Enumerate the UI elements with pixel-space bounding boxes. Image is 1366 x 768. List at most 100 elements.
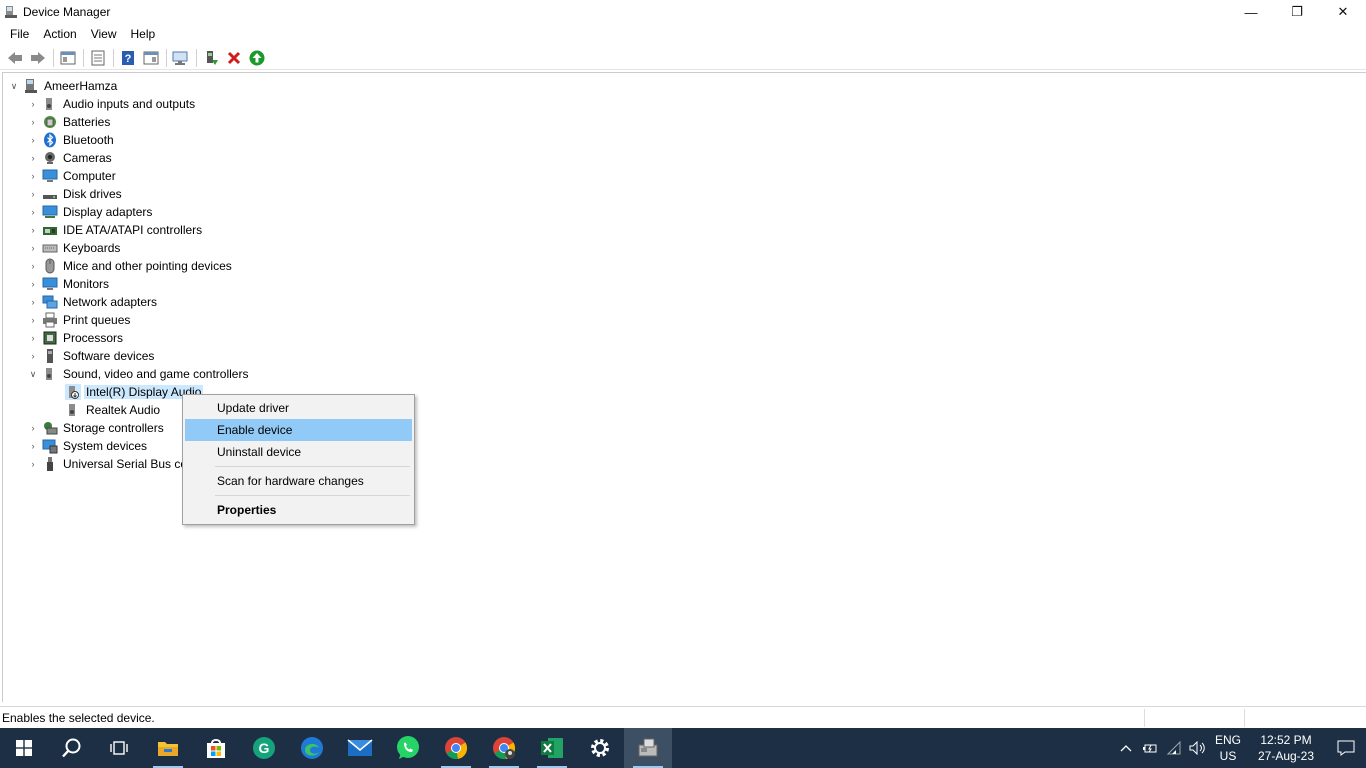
forward-button[interactable]: [27, 47, 49, 69]
status-panel: [1244, 709, 1364, 727]
enable-device-button[interactable]: [246, 47, 268, 69]
tree-item-label: Computer: [63, 169, 116, 183]
tree-item-network-adapters[interactable]: › Network adapters: [28, 293, 159, 311]
tree-item-ide-controllers[interactable]: › IDE ATA/ATAPI controllers: [28, 221, 204, 239]
show-hidden-icons-button[interactable]: [1114, 728, 1138, 768]
taskbar-whatsapp[interactable]: [384, 728, 432, 768]
tree-item-sound-video[interactable]: ∨ Sound, video and game controllers: [28, 365, 250, 383]
chevron-right-icon[interactable]: ›: [28, 131, 38, 149]
minimize-icon: —: [1244, 4, 1258, 20]
start-button[interactable]: [0, 728, 48, 768]
menu-view[interactable]: View: [84, 24, 124, 44]
properties-button[interactable]: [87, 47, 109, 69]
update-driver-button[interactable]: [200, 47, 222, 69]
taskbar-mail[interactable]: [336, 728, 384, 768]
menu-file[interactable]: File: [0, 24, 36, 44]
tree-item-monitors[interactable]: › Monitors: [28, 275, 111, 293]
tree-item-batteries[interactable]: › Batteries: [28, 113, 112, 131]
tree-item-disk-drives[interactable]: › Disk drives: [28, 185, 124, 203]
chevron-right-icon[interactable]: ›: [28, 95, 38, 113]
tree-item-bluetooth[interactable]: › Bluetooth: [28, 131, 116, 149]
chevron-down-icon[interactable]: ∨: [9, 77, 19, 95]
back-button[interactable]: [4, 47, 26, 69]
ide-controller-icon: [42, 222, 58, 238]
chevron-right-icon[interactable]: ›: [28, 329, 38, 347]
chevron-right-icon[interactable]: ›: [28, 257, 38, 275]
notifications-button[interactable]: [1326, 728, 1366, 768]
uninstall-button[interactable]: [223, 47, 245, 69]
display-adapter-icon: [42, 204, 58, 220]
tree-item-label: Realtek Audio: [86, 403, 161, 417]
volume-tray-button[interactable]: [1186, 728, 1210, 768]
chevron-right-icon[interactable]: ›: [28, 167, 38, 185]
help-button[interactable]: ?: [117, 47, 139, 69]
taskbar-chrome[interactable]: [432, 728, 480, 768]
chevron-right-icon[interactable]: ›: [28, 239, 38, 257]
context-properties[interactable]: Properties: [185, 499, 412, 521]
tree-root[interactable]: ∨ AmeerHamza: [9, 77, 119, 95]
search-button[interactable]: [48, 728, 96, 768]
chevron-down-icon[interactable]: ∨: [28, 365, 38, 383]
taskbar-excel[interactable]: [528, 728, 576, 768]
chevron-right-icon[interactable]: ›: [28, 203, 38, 221]
chevron-right-icon[interactable]: ›: [28, 221, 38, 239]
task-view-button[interactable]: [96, 728, 144, 768]
action-pane-icon: [143, 51, 159, 64]
context-enable-device[interactable]: Enable device: [185, 419, 412, 441]
action-pane-button[interactable]: [140, 47, 162, 69]
console-tree-button[interactable]: [57, 47, 79, 69]
enable-device-icon: [249, 50, 265, 65]
tree-item-label: Storage controllers: [63, 421, 164, 435]
chevron-right-icon[interactable]: ›: [28, 437, 38, 455]
chevron-right-icon[interactable]: ›: [28, 149, 38, 167]
menu-action[interactable]: Action: [36, 24, 83, 44]
close-button[interactable]: ✕: [1320, 0, 1366, 24]
close-icon: ✕: [1337, 4, 1349, 19]
chevron-right-icon[interactable]: ›: [28, 293, 38, 311]
clock[interactable]: 12:52 PM 27-Aug-23: [1246, 732, 1326, 764]
tree-item-label: Network adapters: [63, 295, 158, 309]
restore-button[interactable]: ❐: [1274, 0, 1320, 24]
battery-tray-button[interactable]: [1138, 728, 1162, 768]
tree-item-display-adapters[interactable]: › Display adapters: [28, 203, 154, 221]
toolbar: ?: [0, 46, 1366, 70]
context-separator: [215, 466, 410, 467]
tree-item-storage-controllers[interactable]: › Storage controllers: [28, 419, 166, 437]
context-uninstall-device[interactable]: Uninstall device: [185, 441, 412, 463]
chevron-right-icon[interactable]: ›: [28, 185, 38, 203]
chevron-right-icon[interactable]: ›: [28, 311, 38, 329]
tree-item-realtek-audio[interactable]: Realtek Audio: [61, 401, 162, 419]
chevron-right-icon[interactable]: ›: [28, 113, 38, 131]
tree-item-software-devices[interactable]: › Software devices: [28, 347, 156, 365]
chevron-right-icon[interactable]: ›: [28, 275, 38, 293]
tree-item-usb-controllers[interactable]: › Universal Serial Bus co: [28, 455, 189, 473]
tree-item-mice[interactable]: › Mice and other pointing devices: [28, 257, 234, 275]
chevron-right-icon[interactable]: ›: [28, 419, 38, 437]
taskbar-device-manager[interactable]: [624, 728, 672, 768]
chevron-right-icon[interactable]: ›: [28, 455, 38, 473]
tree-item-label: Processors: [63, 331, 124, 345]
taskbar-file-explorer[interactable]: [144, 728, 192, 768]
tree-item-system-devices[interactable]: › System devices: [28, 437, 149, 455]
tree-item-processors[interactable]: › Processors: [28, 329, 125, 347]
taskbar-chrome-profile[interactable]: [480, 728, 528, 768]
menu-help[interactable]: Help: [124, 24, 163, 44]
context-update-driver[interactable]: Update driver: [185, 397, 412, 419]
tree-item-cameras[interactable]: › Cameras: [28, 149, 114, 167]
context-scan-hardware[interactable]: Scan for hardware changes: [185, 470, 412, 492]
taskbar-settings[interactable]: [576, 728, 624, 768]
tree-item-audio-inputs[interactable]: › Audio inputs and outputs: [28, 95, 197, 113]
taskbar-grammarly[interactable]: G: [240, 728, 288, 768]
minimize-button[interactable]: —: [1228, 0, 1274, 24]
network-tray-button[interactable]: [1162, 728, 1186, 768]
taskbar-microsoft-store[interactable]: [192, 728, 240, 768]
tree-item-keyboards[interactable]: › Keyboards: [28, 239, 122, 257]
camera-icon: [42, 150, 58, 166]
tree-item-computer[interactable]: › Computer: [28, 167, 118, 185]
printer-icon: [42, 312, 58, 328]
tree-item-print-queues[interactable]: › Print queues: [28, 311, 132, 329]
input-language[interactable]: ENG US: [1210, 732, 1246, 764]
scan-hardware-button[interactable]: [170, 47, 192, 69]
chevron-right-icon[interactable]: ›: [28, 347, 38, 365]
taskbar-edge[interactable]: [288, 728, 336, 768]
